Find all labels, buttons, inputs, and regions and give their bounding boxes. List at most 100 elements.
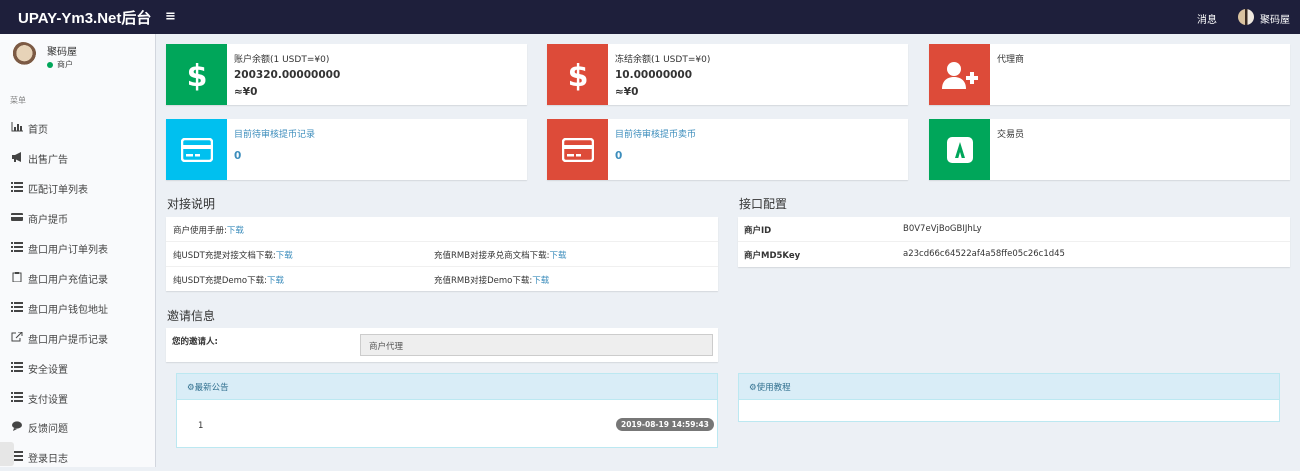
list-icon — [11, 362, 23, 372]
merchant-id-label: 商户ID — [744, 226, 772, 236]
clipboard-icon — [11, 272, 23, 283]
integration-title: 对接说明 — [167, 197, 216, 211]
sidebar-item-label: 盘口用户订单列表 — [28, 245, 108, 256]
credit-card-icon — [547, 119, 608, 180]
usdt-demo-download-link[interactable]: 下载 — [267, 276, 284, 286]
frozen-title: 冻结余额(1 USDT=¥0) — [615, 55, 711, 65]
sidebar-item-label: 商户提币 — [28, 215, 68, 226]
usdt-demo-label: 纯USDT充提Demo下载: — [173, 276, 267, 286]
sidebar: 聚码屋 商户 菜单 首页 出售广告 匹配订单列表 商户提币 盘口用户订单列表 盘… — [0, 34, 156, 467]
pending-withdraw-title[interactable]: 目前待审核提币记录 — [234, 127, 315, 140]
rmb-doc-row: 充值RMB对接承兑商文档下载:下载 — [434, 249, 566, 261]
frozen-value: 10.00000000 — [615, 69, 693, 81]
balance-value: 200320.00000000 — [234, 69, 341, 81]
bullhorn-icon — [11, 152, 23, 162]
usdt-doc-row: 纯USDT充提对接文档下载:下载 — [173, 249, 293, 261]
list-icon — [11, 392, 23, 402]
balance-cny: ≈¥0 — [234, 86, 258, 98]
sidebar-item-user-withdrawals[interactable]: 盘口用户提币记录 — [0, 323, 155, 352]
svg-text:$: $ — [186, 59, 207, 92]
tutorial-title: 使用教程 — [756, 383, 791, 393]
rmb-doc-download-link[interactable]: 下载 — [549, 251, 566, 261]
list-icon — [11, 302, 23, 312]
pending-sell-value: 0 — [615, 150, 623, 162]
sidebar-item-label: 首页 — [28, 125, 48, 136]
sidebar-user-status: 商户 — [47, 59, 73, 70]
rmb-doc-label: 充值RMB对接承兑商文档下载: — [434, 251, 550, 261]
list-icon — [11, 182, 23, 192]
sidebar-item-sell-ads[interactable]: 出售广告 — [0, 143, 155, 172]
tutorial-panel: ⚙使用教程 — [738, 373, 1280, 422]
merchant-id-value: B0V7eVjBoGBIJhLy — [903, 224, 982, 234]
sidebar-item-label: 出售广告 — [28, 155, 68, 166]
sidebar-item-security[interactable]: 安全设置 — [0, 353, 155, 382]
md5-value: a23cd66c64522af4a58ffe05c26c1d45 — [903, 249, 1065, 259]
sidebar-item-label: 支付设置 — [28, 395, 68, 406]
rmb-demo-download-link[interactable]: 下载 — [532, 276, 549, 286]
balance-box: $ 账户余额(1 USDT=¥0) 200320.00000000 ≈¥0 — [166, 44, 527, 105]
list-icon — [11, 242, 23, 252]
sidebar-item-label: 盘口用户充值记录 — [28, 275, 108, 286]
user-menu[interactable]: 聚码屋 — [1260, 11, 1290, 26]
top-navbar: UPAY-Ym3.Net后台 ≡ 消息 聚码屋 — [0, 0, 1300, 34]
integration-table: 商户使用手册:下载 纯USDT充提对接文档下载:下载 充值RMB对接承兑商文档下… — [166, 217, 718, 291]
status-text: 商户 — [57, 60, 73, 69]
sidebar-item-merchant-withdraw[interactable]: 商户提币 — [0, 203, 155, 232]
sidebar-collapse-handle[interactable] — [0, 442, 14, 466]
comment-icon — [11, 421, 23, 431]
rmb-demo-label: 充值RMB对接Demo下载: — [434, 276, 533, 286]
announcements-panel: ⚙最新公告 1 2019-08-19 14:59:43 — [176, 373, 718, 448]
sidebar-item-payment[interactable]: 支付设置 — [0, 383, 155, 412]
app-logo[interactable]: UPAY-Ym3.Net后台 — [18, 7, 151, 28]
divider — [738, 241, 1290, 242]
a-logo-icon — [929, 119, 990, 180]
manual-download-link[interactable]: 下载 — [227, 226, 244, 236]
sidebar-item-user-wallets[interactable]: 盘口用户钱包地址 — [0, 293, 155, 322]
usdt-demo-row: 纯USDT充提Demo下载:下载 — [173, 274, 284, 286]
pending-sell-title[interactable]: 目前待审核提币卖币 — [615, 127, 696, 140]
sidebar-item-feedback[interactable]: 反馈问题 — [0, 412, 155, 441]
menu-toggle-icon[interactable]: ≡ — [165, 9, 176, 24]
frozen-box: $ 冻结余额(1 USDT=¥0) 10.00000000 ≈¥0 — [547, 44, 908, 105]
rmb-demo-row: 充值RMB对接Demo下载:下载 — [434, 274, 549, 286]
svg-text:$: $ — [567, 59, 588, 92]
sidebar-item-label: 安全设置 — [28, 365, 68, 376]
sidebar-item-label: 反馈问题 — [28, 424, 68, 435]
balance-title: 账户余额(1 USDT=¥0) — [234, 55, 330, 65]
manual-label: 商户使用手册: — [173, 226, 227, 236]
announcements-header: ⚙最新公告 — [177, 374, 717, 400]
agent-box[interactable]: 代理商 — [929, 44, 1290, 105]
usdt-doc-label: 纯USDT充提对接文档下载: — [173, 251, 276, 261]
credit-card-icon — [11, 212, 23, 222]
sidebar-item-user-deposits[interactable]: 盘口用户充值记录 — [0, 263, 155, 292]
bar-chart-icon — [11, 122, 23, 132]
sidebar-item-match-orders[interactable]: 匹配订单列表 — [0, 173, 155, 202]
frozen-cny: ≈¥0 — [615, 86, 639, 98]
api-config-title: 接口配置 — [739, 197, 788, 211]
user-plus-icon — [929, 44, 990, 105]
agent-title: 代理商 — [997, 55, 1025, 65]
pending-sell-box[interactable]: 目前待审核提币卖币 0 — [547, 119, 908, 180]
divider — [166, 241, 718, 242]
external-link-icon — [11, 331, 23, 342]
sidebar-item-label: 匹配订单列表 — [28, 185, 88, 196]
sidebar-user-name: 聚码屋 — [47, 47, 77, 58]
announcement-title[interactable]: 1 — [198, 421, 203, 431]
avatar[interactable] — [1238, 9, 1254, 25]
trader-box[interactable]: 交易员 — [929, 119, 1290, 180]
sidebar-item-label: 盘口用户提币记录 — [28, 335, 108, 346]
menu-header: 菜单 — [10, 96, 26, 105]
manual-row: 商户使用手册:下载 — [173, 224, 244, 236]
usdt-doc-download-link[interactable]: 下载 — [276, 251, 293, 261]
invite-title: 邀请信息 — [167, 309, 216, 323]
divider — [166, 266, 718, 267]
trader-title: 交易员 — [997, 130, 1025, 140]
md5-label: 商户MD5Key — [744, 251, 801, 261]
sidebar-item-user-orders[interactable]: 盘口用户订单列表 — [0, 233, 155, 262]
pending-withdraw-box[interactable]: 目前待审核提币记录 0 — [166, 119, 527, 180]
dollar-icon: $ — [166, 44, 227, 105]
sidebar-item-home[interactable]: 首页 — [0, 113, 155, 142]
inviter-field[interactable]: 商户代理 — [360, 334, 713, 356]
inviter-label: 您的邀请人: — [172, 337, 218, 347]
messages-link[interactable]: 消息 — [1197, 11, 1217, 26]
